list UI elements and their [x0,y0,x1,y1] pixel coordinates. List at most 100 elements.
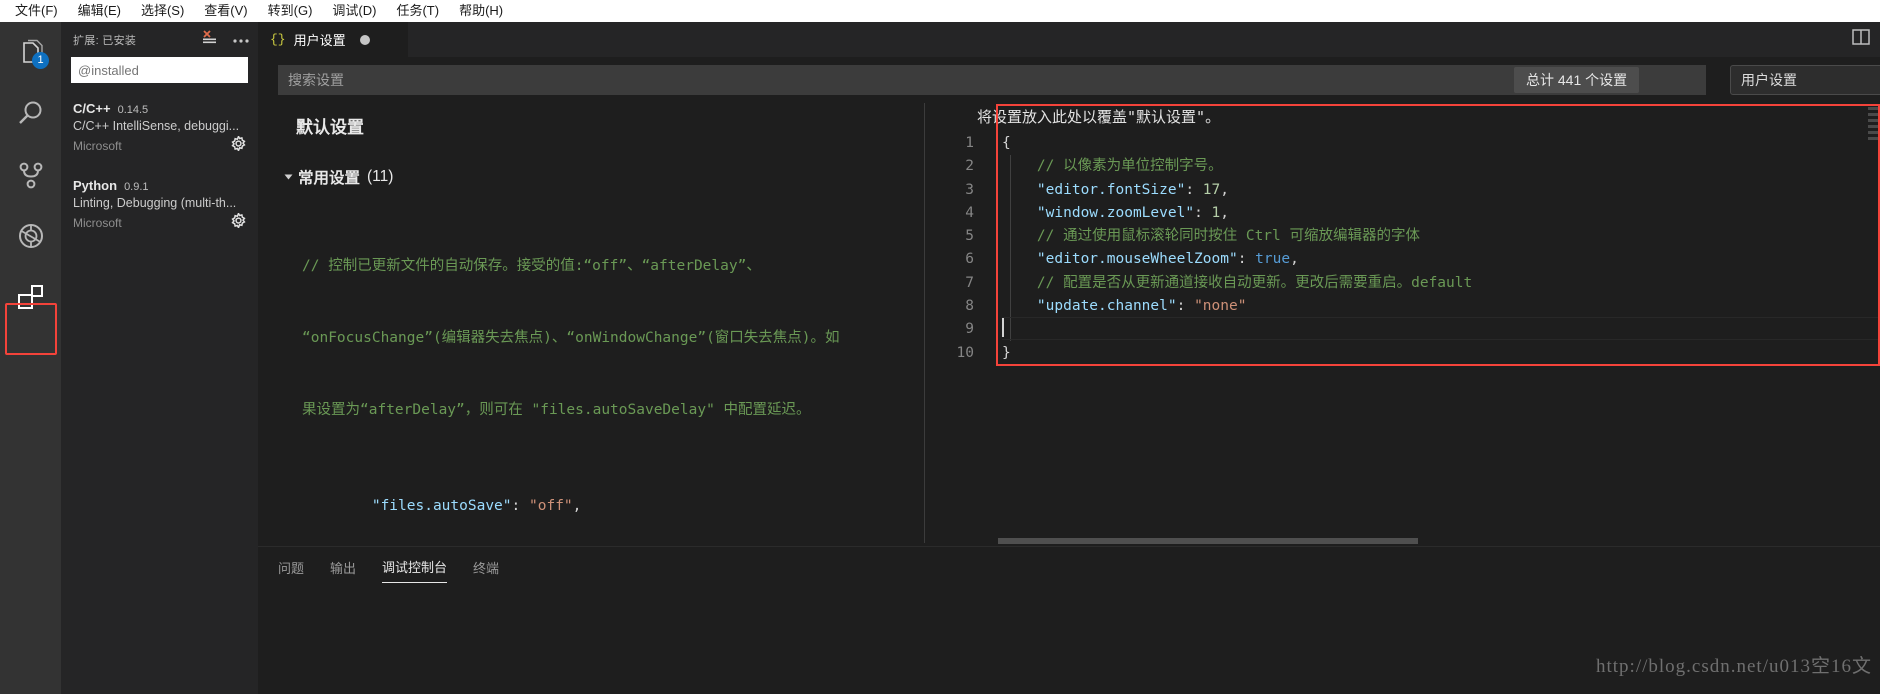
menu-item-goto[interactable]: 转到(G) [259,1,322,21]
settings-search-placeholder: 搜索设置 [288,72,344,88]
gear-icon[interactable] [231,134,246,156]
panel-tabs: 问题 输出 调试控制台 终端 [258,547,1880,583]
extension-title-row: C/C++ 0.14.5 [73,101,246,116]
extensions-icon [17,284,43,309]
settings-placeholder-hint: 将设置放入此处以覆盖"默认设置"。 [977,108,1221,126]
sidebar-title: 扩展: 已安装 [73,34,137,47]
line-number: 3 [965,181,974,198]
bottom-panel: 问题 输出 调试控制台 终端 http://blog.csdn.net/u013… [258,546,1880,694]
default-settings-editor[interactable]: 默认设置 常用设置 (11) // 控制已更新文件的自动保存。接受的值:“off… [258,103,924,543]
extension-publisher: Microsoft [73,216,122,230]
activity-item-debug[interactable] [0,205,61,266]
line-text: // 通过使用鼠标滚轮同时按住 Ctrl 可缩放编辑器的字体 [1002,228,1420,245]
tabbar-actions [1852,22,1870,57]
panel-tab-problems[interactable]: 问题 [278,558,304,583]
editor-horizontal-scrollbar[interactable] [998,538,1878,544]
code-line: 8 "update.channel": "none" [932,295,1472,318]
source-control-icon [19,162,42,188]
menu-item-select[interactable]: 选择(S) [132,1,193,21]
settings-group-label: 常用设置 [298,170,361,187]
panel-tab-output[interactable]: 输出 [330,558,356,583]
extension-name: C/C++ [73,101,111,116]
setting-block-files-autosave: // 控制已更新文件的自动保存。接受的值:“off”、“afterDelay”、… [302,206,924,543]
line-text: // 配置是否从更新通道接收自动更新。更改后需要重启。default [1002,274,1473,291]
settings-scope-select[interactable]: 用户设置 [1730,65,1880,95]
watermark-text: http://blog.csdn.net/u013空16文 [1596,656,1872,677]
minimap[interactable] [1868,107,1878,177]
extension-meta-row: Microsoft [73,134,246,156]
settings-group-count: (11) [367,168,394,185]
debug-icon [18,223,43,248]
extension-title-row: Python 0.9.1 [73,178,246,193]
line-number: 10 [956,344,974,361]
activity-item-extensions[interactable] [0,266,61,327]
line-number: 5 [965,228,974,245]
editor-split-sash[interactable] [924,103,932,543]
code-line: 6 "editor.mouseWheelZoom": true, [932,248,1472,271]
extensions-sidebar: 扩展: 已安装 @installed C/C++ 0.14.5 C/C++ In… [61,22,258,694]
extension-meta-row: Microsoft [73,211,246,233]
line-number: 6 [965,251,974,268]
tab-label: 用户设置 [293,33,346,48]
editor-tab-bar: {} 用户设置 [258,22,1880,57]
extension-item[interactable]: C/C++ 0.14.5 C/C++ IntelliSense, debuggi… [61,97,258,164]
setting-comment: 果设置为“afterDelay”，则可在 "files.autoSaveDela… [302,402,811,418]
clear-filter-icon[interactable] [202,29,218,50]
menu-item-file[interactable]: 文件(F) [6,1,67,21]
extensions-list: C/C++ 0.14.5 C/C++ IntelliSense, debuggi… [61,97,258,241]
gear-icon[interactable] [231,211,246,233]
extension-version: 0.9.1 [124,181,149,193]
sidebar-actions [202,29,250,50]
line-text: // 以像素为单位控制字号。 [1002,158,1223,175]
user-settings-editor[interactable]: 将设置放入此处以覆盖"默认设置"。 1 { 2 // 以像素为单位控制字号。 3… [932,103,1880,543]
code-line: 10 } [932,342,1472,365]
chevron-down-icon [284,174,293,180]
extension-item[interactable]: Python 0.9.1 Linting, Debugging (multi-t… [61,174,258,241]
line-text: { [1002,135,1011,151]
code-line: 7 // 配置是否从更新通道接收自动更新。更改后需要重启。default [932,272,1472,295]
code-line: 2 // 以像素为单位控制字号。 [932,155,1472,178]
line-number: 9 [965,321,974,338]
menu-item-edit[interactable]: 编辑(E) [69,1,130,21]
menu-item-tasks[interactable]: 任务(T) [387,1,448,21]
active-line-highlight [1002,317,1878,340]
line-number: 2 [965,158,974,175]
sidebar-header: 扩展: 已安装 [61,22,258,57]
default-settings-title: 默认设置 [296,118,364,137]
tab-user-settings[interactable]: {} 用户设置 [258,22,408,57]
setting-value: "off" [529,498,573,514]
line-number: 4 [965,204,974,221]
panel-tab-debug-console[interactable]: 调试控制台 [382,557,448,583]
menu-item-debug[interactable]: 调试(D) [323,1,385,21]
extension-version: 0.14.5 [117,104,149,116]
tab-dirty-indicator[interactable] [359,34,370,45]
settings-search-input[interactable]: 搜索设置 [278,65,1706,95]
activity-item-source-control[interactable] [0,144,61,205]
line-text: } [1002,344,1011,361]
activity-item-search[interactable] [0,83,61,144]
settings-toolbar: 搜索设置 总计 441 个设置 用户设置 [258,57,1880,103]
extensions-search-input[interactable] [71,57,248,83]
vscode-window: 文件(F) 编辑(E) 选择(S) 查看(V) 转到(G) 调试(D) 任务(T… [0,0,1880,694]
extension-description: Linting, Debugging (multi-th... [73,196,237,210]
code-line: 5 // 通过使用鼠标滚轮同时按住 Ctrl 可缩放编辑器的字体 [932,225,1472,248]
code-line: 3 "editor.fontSize": 17, [932,179,1472,202]
explorer-badge: 1 [32,52,49,69]
settings-group-header[interactable]: 常用设置 (11) [284,166,924,188]
settings-scope-label: 用户设置 [1741,72,1797,88]
code-line: 4 "window.zoomLevel": 1, [932,202,1472,225]
sidebar-search-wrap [61,57,258,83]
setting-key: "files.autoSave" [371,498,512,514]
settings-count-badge: 总计 441 个设置 [1514,67,1640,93]
menu-item-help[interactable]: 帮助(H) [450,1,512,21]
menu-item-view[interactable]: 查看(V) [195,1,256,21]
code-line: 1 { [932,132,1472,155]
panel-tab-terminal[interactable]: 终端 [473,558,499,583]
activity-item-explorer[interactable]: 1 [0,22,61,83]
json-braces-icon: {} [270,32,286,47]
more-actions-icon[interactable] [232,31,250,49]
extension-name: Python [73,178,118,193]
setting-line: "files.autoSave": "off", [371,498,582,514]
search-icon [18,101,41,124]
split-editor-icon[interactable] [1852,28,1870,51]
